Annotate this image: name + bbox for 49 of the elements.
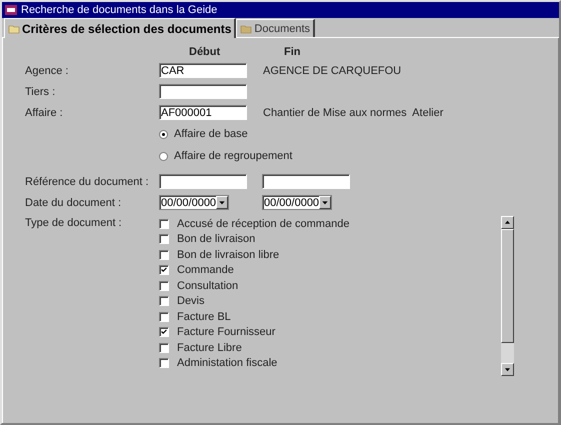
input-field[interactable]: AF000001 [159,105,247,120]
field-label: Affaire : [25,106,64,118]
date-dropdown[interactable]: 00/00/0000 [159,195,229,210]
radio-label: Affaire de regroupement [174,150,292,162]
tab[interactable]: Critères de sélection des documents [4,18,236,38]
checkbox-label: Facture Libre [177,342,242,354]
field-description: AGENCE DE CARQUEFOU [263,64,402,76]
scrollbar[interactable] [501,216,514,376]
checkbox-label: Administation fiscale [177,357,278,370]
input-field[interactable] [159,84,247,99]
checkbox-label: Facture BL [177,310,231,323]
field-label: Date du document : [25,196,122,208]
checkbox[interactable] [159,342,169,353]
column-header: Début [189,46,222,58]
checkbox-label: Commande [177,264,234,276]
checkbox-label: Devis [177,295,205,308]
field-description: Chantier de Mise aux normes Atelier [263,106,444,118]
column-header: Fin [284,46,300,58]
checkbox-label: Consultation [177,280,238,292]
scroll-thumb[interactable] [501,229,514,343]
checkbox-label: Bon de livraison [177,233,256,246]
checkbox[interactable] [159,250,169,260]
window-title: Recherche de documents dans la Geide [21,4,218,16]
field-label: Tiers : [25,86,56,98]
checkbox[interactable] [159,218,169,229]
folder-icon [8,24,20,34]
checkbox[interactable] [159,265,169,276]
date-dropdown[interactable]: 00/00/0000 [262,195,332,210]
checkbox-label: Bon de livraison libre [177,248,280,261]
radio-button[interactable] [159,152,168,160]
checkbox-label: Accusé de réception de commande [177,218,350,230]
input-field[interactable] [159,174,247,189]
checkbox[interactable] [159,280,169,291]
checkbox[interactable] [159,327,169,338]
input-field[interactable] [262,174,350,189]
radio-label: Affaire de base [174,128,248,140]
field-label: Référence du document : [25,176,150,188]
checkbox[interactable] [159,296,169,306]
folder-icon [240,24,252,34]
checkbox[interactable] [159,312,169,322]
checkbox[interactable] [159,234,169,244]
radio-button[interactable] [159,130,168,138]
field-label: Type de document : [25,216,123,231]
app-icon [5,5,17,15]
input-field[interactable]: CAR [159,63,247,78]
checkbox[interactable] [159,358,169,368]
tab[interactable]: Documents [236,19,316,37]
checkbox-label: Facture Fournisseur [177,326,276,338]
field-label: Agence : [25,64,70,76]
